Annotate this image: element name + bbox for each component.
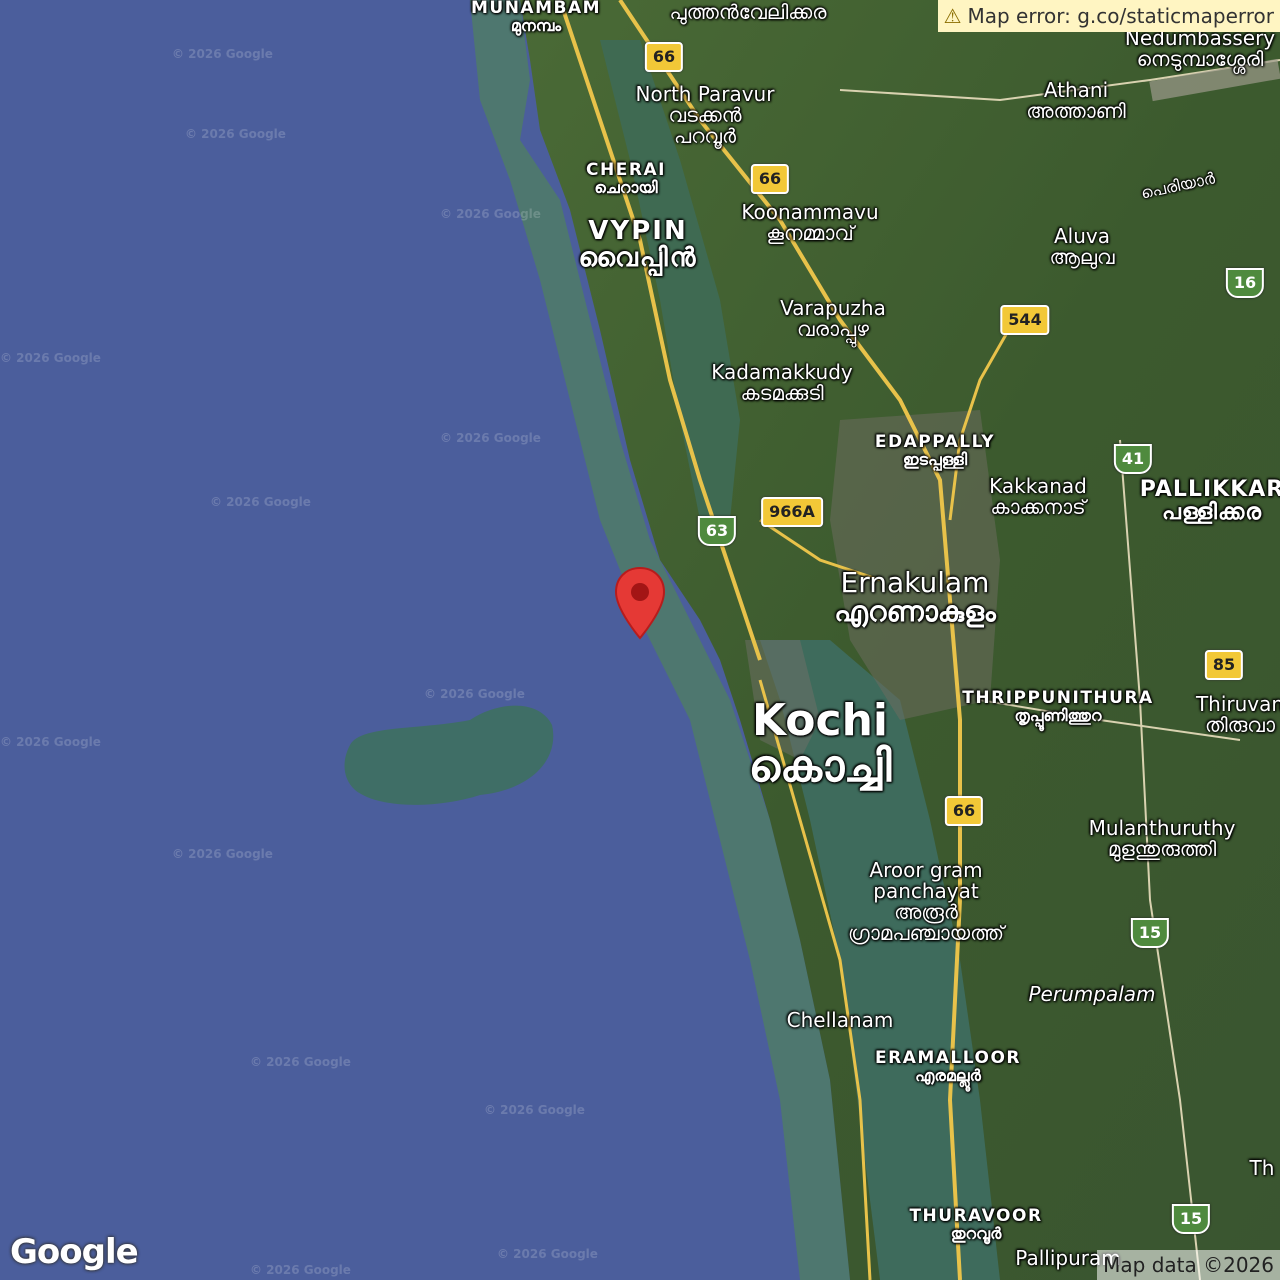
state-highway-shield-63: 63 [697,516,737,546]
watermark: © 2026 Google [0,735,101,749]
map-error-text[interactable]: Map error: g.co/staticmaperror [967,0,1274,32]
place-aroor: Aroor gram panchayat അരൂർ ഗ്രാമപഞ്ചായത്ത് [848,858,1004,945]
highway-shield-66: 66 [750,164,790,194]
warning-icon: ⚠ [943,4,962,28]
place-athani: Athani അത്താണി [1026,78,1126,123]
place-eramalloor: ERAMALLOOR എരമല്ലൂർ [875,1048,1021,1085]
watermark: © 2026 Google [0,351,101,365]
place-cherai: CHERAI ചെറായി [586,160,666,197]
watermark: © 2026 Google [440,431,541,445]
place-chellanam: Chellanam [786,1008,894,1032]
place-kakkanad: Kakkanad കാക്കനാട് [989,474,1087,519]
map-attribution[interactable]: Map data ©2026 [1097,1250,1280,1280]
watermark: © 2026 Google [250,1263,351,1277]
place-thrippunithura: THRIPPUNITHURA തൃപ്പൂണിത്തുറ [962,688,1154,725]
place-edge-th: Th [1249,1156,1275,1180]
place-mulanthuruthy: Mulanthuruthy മുളന്തുരുത്തി [1088,816,1236,861]
place-vypin: VYPIN വൈപ്പിൻ [578,216,698,274]
place-koonammavu: Koonammavu കൂനമ്മാവ് [741,200,879,245]
watermark: © 2026 Google [424,687,525,701]
place-varapuzha: Varapuzha വരാപ്പുഴ [780,296,886,341]
google-logo: Google [10,1232,139,1272]
place-ernakulam: Ernakulam എറണാകുളം [834,566,996,629]
state-highway-shield-41: 41 [1113,444,1153,474]
map-canvas[interactable]: © 2026 Google © 2026 Google © 2026 Googl… [0,0,1280,1280]
state-highway-shield-15: 15 [1171,1204,1211,1234]
place-kochi: Kochi കൊച്ചി [748,695,892,793]
watermark: © 2026 Google [210,495,311,509]
watermark: © 2026 Google [172,47,273,61]
place-nedumbassery: Nedumbassery നെടുമ്പാശ്ശേരി [1124,26,1276,71]
highway-shield-544: 544 [1000,305,1050,335]
highway-shield-66: 66 [644,42,684,72]
place-munambam: MUNAMBAM മുനമ്പം [470,0,602,35]
place-pallikkara: PALLIKKAR പള്ളിക്കര [1139,477,1280,526]
place-puthenvelikkara: പുത്തൻവേലിക്കര [669,0,827,24]
highway-shield-66: 66 [944,796,984,826]
place-aluva: Aluva ആലുവ [1049,224,1115,269]
watermark: © 2026 Google [250,1055,351,1069]
place-thuravoor: THURAVOOR തുറവൂർ [909,1206,1043,1243]
place-kadamakkudy: Kadamakkudy കടമക്കുടി [711,360,853,405]
map-error-banner[interactable]: ⚠ Map error: g.co/staticmaperror [937,0,1280,32]
place-edappally: EDAPPALLY ഇടപ്പള്ളി [874,432,996,469]
highway-shield-966a: 966A [761,497,823,527]
place-perumpalam: Perumpalam [1028,982,1156,1006]
watermark: © 2026 Google [484,1103,585,1117]
place-thiruvankulam: Thiruvan തിരുവാ [1195,692,1280,737]
highway-shield-85: 85 [1204,650,1244,680]
watermark: © 2026 Google [185,127,286,141]
watermark: © 2026 Google [172,847,273,861]
watermark: © 2026 Google [497,1247,598,1261]
state-highway-shield-15: 15 [1130,918,1170,948]
watermark: © 2026 Google [440,207,541,221]
state-highway-shield-16: 16 [1225,268,1265,298]
map-pin-icon[interactable] [614,566,666,644]
place-north-paravur: North Paravur വടക്കൻ പറവൂർ [635,82,775,148]
